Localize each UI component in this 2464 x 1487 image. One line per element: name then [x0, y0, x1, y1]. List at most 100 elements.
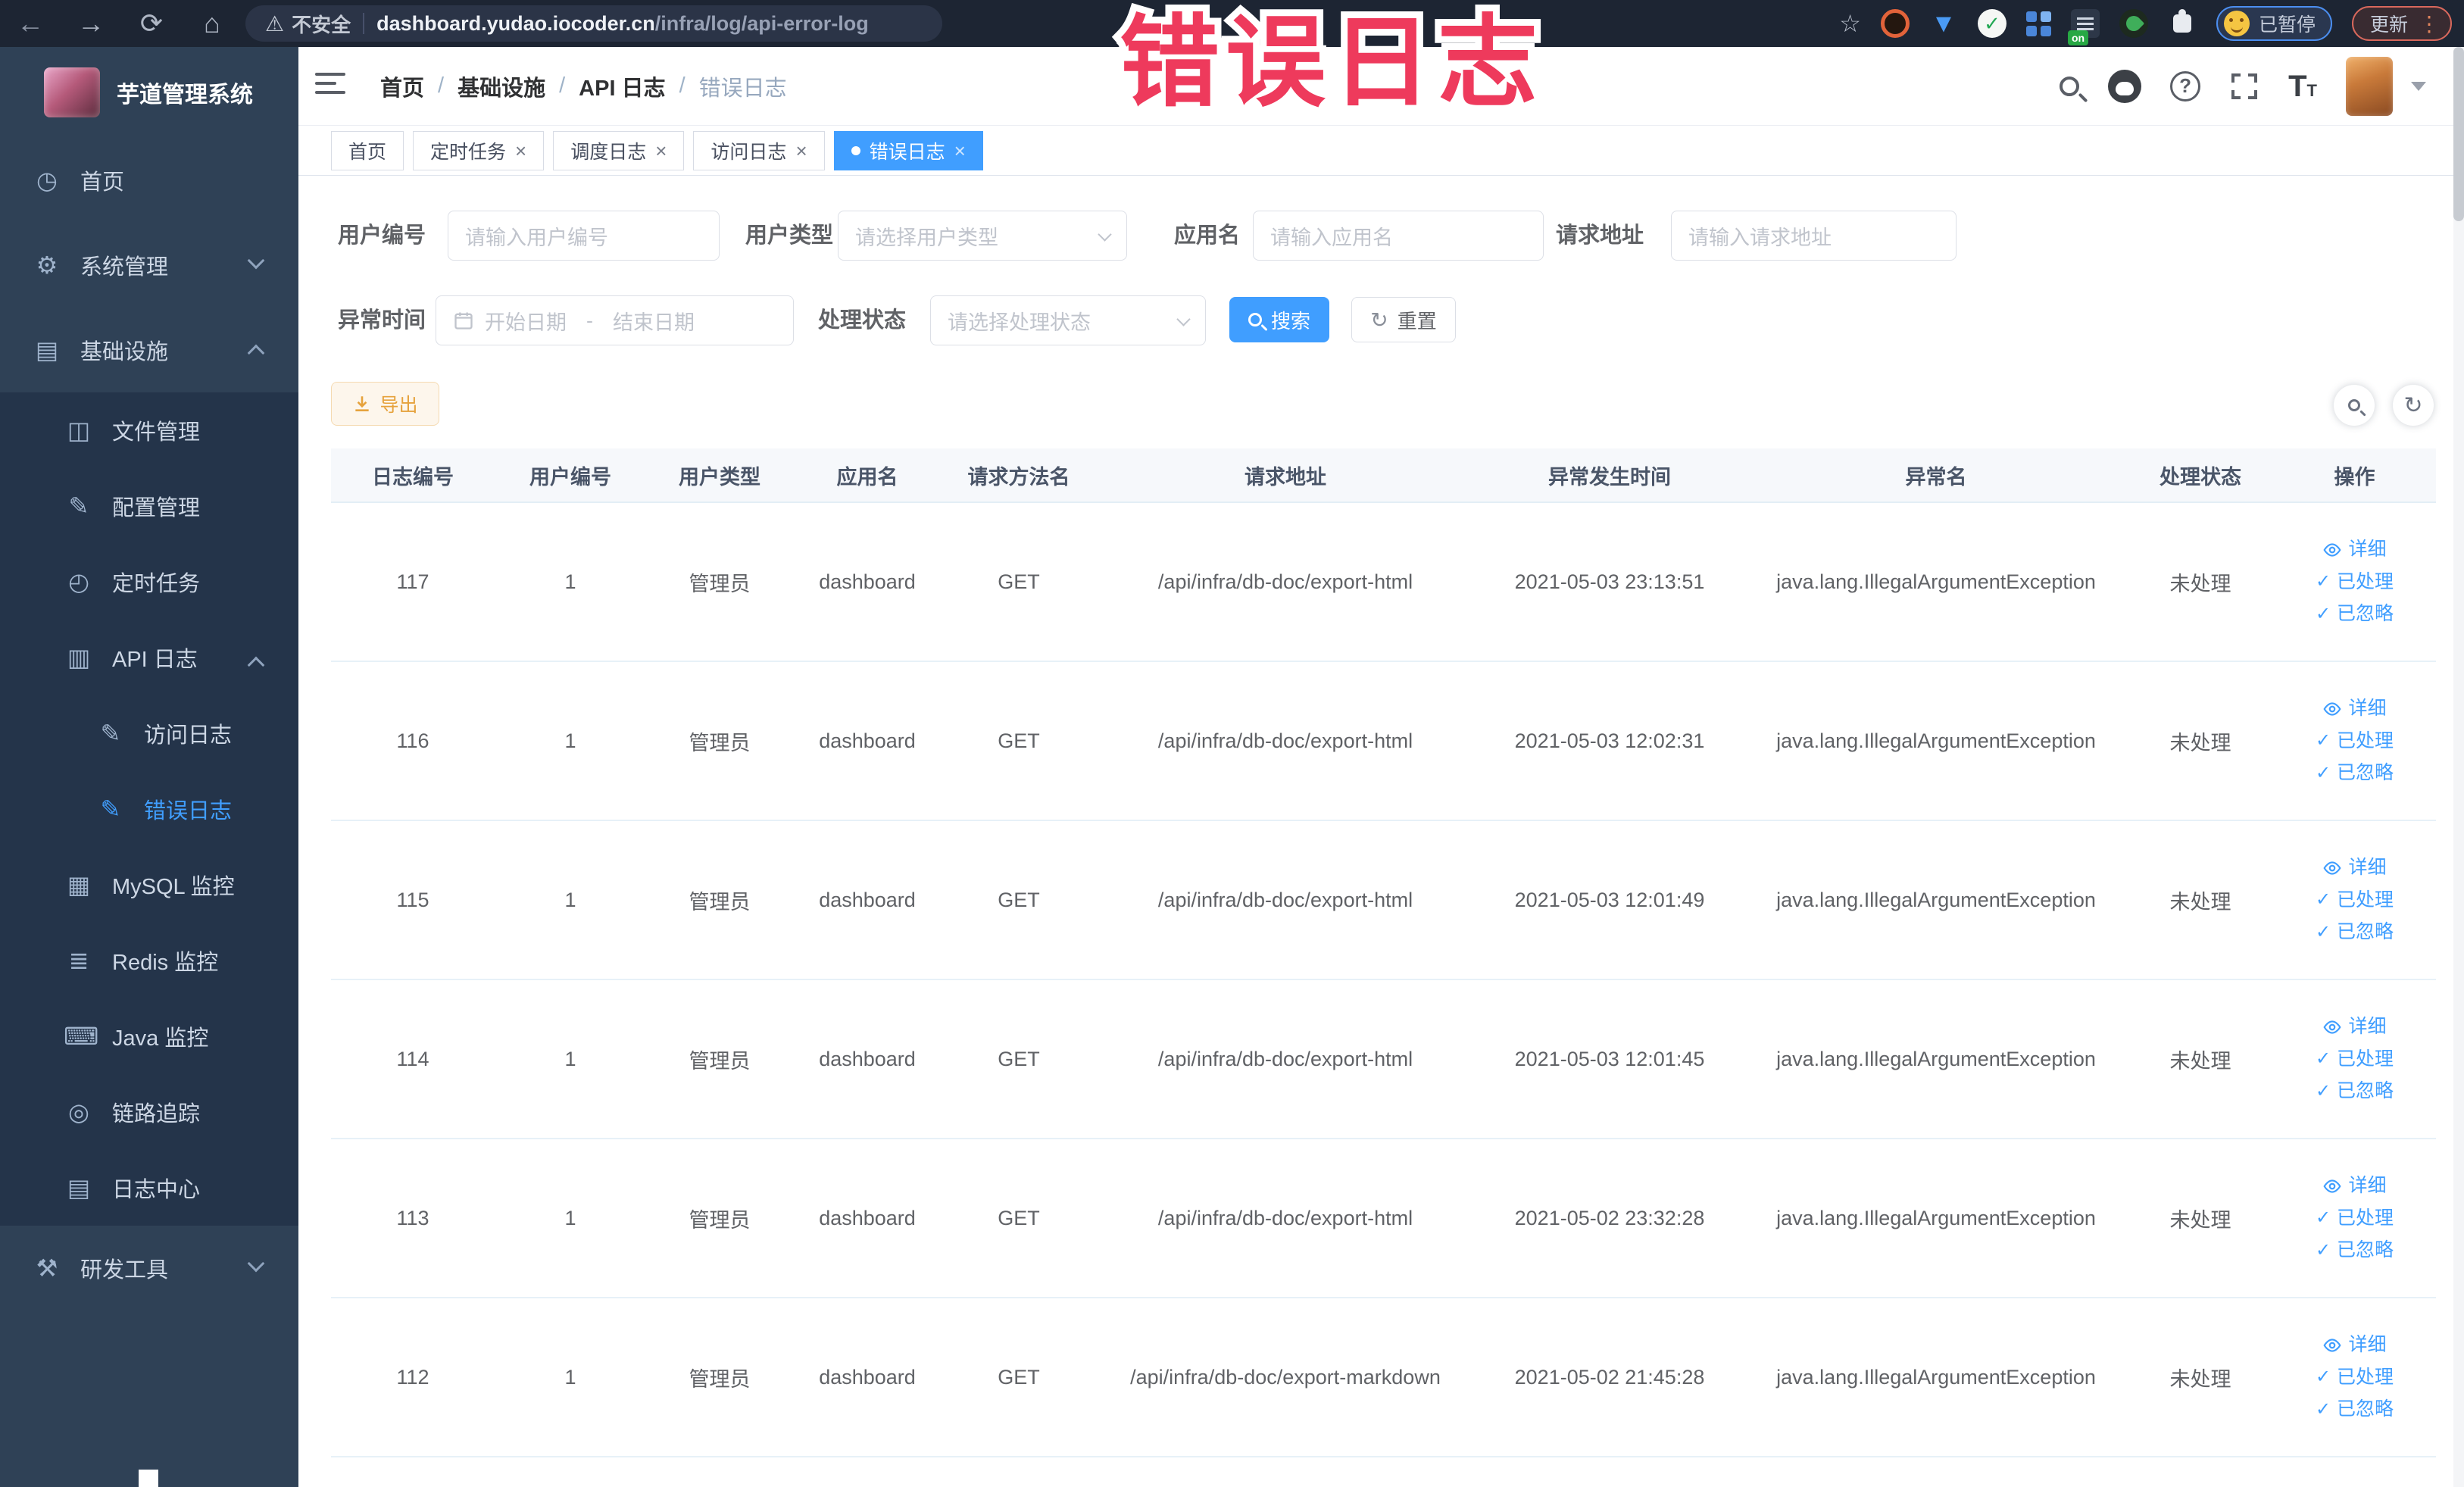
sidebar-logo-row[interactable]: 芋道管理系统: [0, 47, 298, 138]
mark-processed-link[interactable]: ✓ 已处理: [2316, 888, 2394, 913]
process-status-select[interactable]: 请选择处理状态: [930, 295, 1206, 345]
view-tab[interactable]: 错误日志 ×: [833, 130, 983, 170]
cell-user-type: 管理员: [689, 890, 751, 914]
not-secure-label[interactable]: 不安全: [292, 10, 351, 38]
check-icon: ✓: [2315, 762, 2331, 783]
avatar-caret-down-icon[interactable]: [2411, 81, 2426, 91]
search-button[interactable]: 搜索: [1229, 297, 1329, 342]
mark-processed-link[interactable]: ✓ 已处理: [2316, 1047, 2394, 1072]
sidebar-item-api-log[interactable]: ▥ API 日志: [0, 620, 298, 695]
mark-ignored-link[interactable]: ✓ 已忽略: [2316, 1397, 2394, 1422]
user-id-input[interactable]: 请输入用户编号: [448, 211, 720, 261]
cell-process-status: 未处理: [2169, 890, 2231, 914]
search-icon[interactable]: [2060, 76, 2080, 96]
tab-close-icon[interactable]: ×: [954, 141, 966, 161]
sidebar-item-file-manage[interactable]: ◫ 文件管理: [0, 392, 298, 468]
breadcrumb-infra[interactable]: 基础设施: [458, 70, 545, 102]
mark-processed-link[interactable]: ✓ 已处理: [2316, 1365, 2394, 1390]
tab-close-icon[interactable]: ×: [655, 141, 667, 161]
detail-link[interactable]: 详细: [2322, 855, 2387, 880]
tab-close-icon[interactable]: ×: [795, 141, 807, 161]
extension-sprout-icon[interactable]: [2119, 9, 2148, 38]
paused-label: 已暂停: [2258, 14, 2316, 36]
sidebar-item-timer[interactable]: ◴ 定时任务: [0, 544, 298, 620]
breadcrumb-home[interactable]: 首页: [380, 70, 424, 102]
help-icon[interactable]: ?: [2170, 70, 2201, 102]
mark-ignored-link[interactable]: ✓ 已忽略: [2316, 1079, 2394, 1104]
address-bar[interactable]: ⚠ 不安全 dashboard.yudao.iocoder.cn/infra/l…: [245, 5, 942, 42]
detail-link[interactable]: 详细: [2322, 537, 2387, 562]
check-icon: ✓: [2315, 1367, 2331, 1388]
view-tab[interactable]: 首页: [331, 130, 404, 170]
bookmark-star-icon[interactable]: ☆: [1839, 9, 1861, 38]
browser-forward-icon[interactable]: →: [61, 8, 121, 39]
user-type-select[interactable]: 请选择用户类型: [838, 211, 1127, 261]
cell-request-url: /api/infra/db-doc/export-html: [1157, 1206, 1413, 1229]
sidebar-item-redis-monitor[interactable]: ≣ Redis 监控: [0, 923, 298, 998]
sidebar-item-dashboard[interactable]: ◷ 首页: [0, 138, 298, 223]
detail-link[interactable]: 详细: [2322, 1014, 2387, 1039]
font-size-icon[interactable]: TT: [2288, 71, 2317, 102]
view-tab[interactable]: 调度日志 ×: [553, 130, 685, 170]
browser-home-icon[interactable]: ⌂: [182, 8, 242, 39]
table-row: 116 1 管理员 dashboard GET /api/infra/db-do…: [331, 662, 2436, 821]
extensions-puzzle-icon[interactable]: [2168, 9, 2197, 38]
page-scrollbar-thumb[interactable]: [2453, 47, 2464, 221]
exception-time-range-picker[interactable]: 开始日期 - 结束日期: [436, 295, 794, 345]
mark-ignored-link[interactable]: ✓ 已忽略: [2316, 761, 2394, 786]
main-content: 用户编号 请输入用户编号 用户类型 请选择用户类型 应用名 请输入应用名 请求地…: [298, 176, 2464, 1487]
sidebar-item-dev-tools[interactable]: ⚒ 研发工具: [0, 1226, 298, 1310]
page-scrollbar-track[interactable]: [2453, 47, 2464, 1487]
active-tab-dot: [851, 145, 860, 155]
detail-link[interactable]: 详细: [2322, 1173, 2387, 1198]
sidebar-item-error-log[interactable]: ✎ 错误日志: [0, 771, 298, 847]
browser-reload-icon[interactable]: ⟳: [121, 8, 182, 39]
sidebar-item-mysql-monitor[interactable]: ▦ MySQL 监控: [0, 847, 298, 923]
extension-orange-icon[interactable]: [1880, 9, 1910, 38]
extension-shield-icon[interactable]: ▼: [1929, 9, 1958, 38]
breadcrumb-api-log[interactable]: API 日志: [579, 70, 665, 102]
profile-paused-chip[interactable]: 已暂停: [2216, 6, 2332, 41]
mark-ignored-link[interactable]: ✓ 已忽略: [2316, 920, 2394, 945]
view-tab[interactable]: 访问日志 ×: [693, 130, 825, 170]
fullscreen-icon[interactable]: [2229, 71, 2259, 102]
mark-processed-link[interactable]: ✓ 已处理: [2316, 1206, 2394, 1231]
export-button[interactable]: 导出: [331, 382, 439, 426]
sidebar-item-log-center[interactable]: ▤ 日志中心: [0, 1150, 298, 1226]
cell-method: GET: [998, 1047, 1040, 1070]
app-name-input[interactable]: 请输入应用名: [1253, 211, 1544, 261]
extension-grid-icon[interactable]: [2025, 11, 2051, 36]
tab-close-icon[interactable]: ×: [515, 141, 526, 161]
sidebar-collapse-icon[interactable]: [315, 73, 345, 98]
refresh-icon-button[interactable]: ↻: [2393, 385, 2434, 426]
user-avatar[interactable]: [2346, 56, 2393, 116]
mark-ignored-link[interactable]: ✓ 已忽略: [2316, 1238, 2394, 1263]
detail-link[interactable]: 详细: [2322, 696, 2387, 721]
sidebar-item-gear[interactable]: ⚙ 系统管理: [0, 223, 298, 308]
extension-check-icon[interactable]: ✓: [1977, 9, 2006, 38]
detail-link[interactable]: 详细: [2322, 1332, 2387, 1357]
sidebar-item-config-edit[interactable]: ✎ 配置管理: [0, 468, 298, 544]
browser-update-button[interactable]: 更新 ⋮: [2351, 6, 2452, 41]
sidebar-item-access-log[interactable]: ✎ 访问日志: [0, 695, 298, 771]
cell-exception-time: 2021-05-02 23:32:28: [1514, 1206, 1705, 1229]
view-tab[interactable]: 定时任务 ×: [413, 130, 545, 170]
request-url-input[interactable]: 请输入请求地址: [1671, 211, 1957, 261]
browser-back-icon[interactable]: ←: [0, 8, 61, 39]
mark-processed-link[interactable]: ✓ 已处理: [2316, 570, 2394, 595]
mark-processed-link[interactable]: ✓ 已处理: [2316, 729, 2394, 754]
toggle-search-icon-button[interactable]: [2334, 385, 2375, 426]
cell-exception-time: 2021-05-03 12:01:49: [1514, 888, 1705, 911]
cell-process-status: 未处理: [2169, 1208, 2231, 1232]
sidebar-item-trace[interactable]: ◎ 链路追踪: [0, 1074, 298, 1150]
file-manage-icon: ◫: [67, 417, 91, 444]
reset-button[interactable]: ↻ 重置: [1351, 297, 1456, 342]
browser-menu-kebab-icon[interactable]: ⋮: [2419, 11, 2440, 36]
github-icon[interactable]: [2108, 69, 2142, 103]
filter-row-1: 用户编号 请输入用户编号 用户类型 请选择用户类型 应用名 请输入应用名 请求地…: [331, 211, 2376, 261]
cell-exception-name: java.lang.IllegalArgumentException: [1776, 570, 2096, 593]
extension-tampermonkey-icon[interactable]: on: [2067, 9, 2100, 45]
sidebar-item-monitor[interactable]: ▤ 基础设施: [0, 308, 298, 392]
mark-ignored-link[interactable]: ✓ 已忽略: [2316, 601, 2394, 626]
sidebar-item-java-monitor[interactable]: ⌨ Java 监控: [0, 998, 298, 1074]
